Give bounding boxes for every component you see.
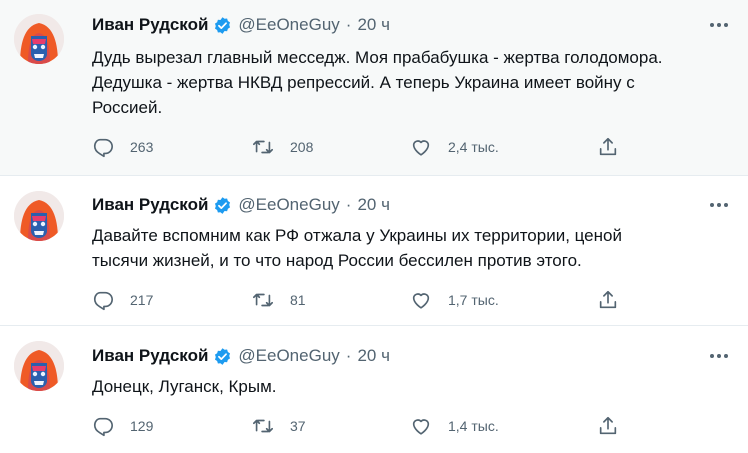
like-button[interactable]: 2,4 тыс. <box>410 135 499 159</box>
tweet[interactable]: Иван Рудской @EeOneGuy · 20 ч Давайте вс… <box>0 176 748 326</box>
share-icon <box>599 416 617 435</box>
avatar-image <box>14 191 64 241</box>
like-count: 1,7 тыс. <box>448 292 499 308</box>
retweet-button[interactable]: 37 <box>252 414 306 438</box>
retweet-icon <box>253 140 273 154</box>
author-handle[interactable]: @EeOneGuy <box>238 15 339 35</box>
reply-count: 217 <box>130 292 154 308</box>
verified-badge-icon <box>215 16 231 34</box>
retweet-count: 81 <box>290 292 306 308</box>
avatar-image <box>14 341 64 391</box>
share-icon <box>599 137 617 156</box>
author-handle[interactable]: @EeOneGuy <box>238 346 339 366</box>
reply-count: 129 <box>130 418 154 434</box>
share-icon <box>599 290 617 309</box>
verified-badge-icon <box>215 347 231 365</box>
verified-badge-icon <box>215 196 231 214</box>
like-heart-icon <box>412 293 430 309</box>
reply-button[interactable]: 263 <box>92 135 153 159</box>
author-handle[interactable]: @EeOneGuy <box>238 195 339 215</box>
like-count: 2,4 тыс. <box>448 139 499 155</box>
more-options-icon[interactable] <box>710 196 728 214</box>
tweet-text: Давайте вспомним как РФ отжала у Украины… <box>92 223 732 273</box>
tweet-actions: 263 208 2,4 тыс. <box>92 135 632 159</box>
tweet-text-line: тысячи жизней, и то что народ России бес… <box>92 251 582 270</box>
separator-dot: · <box>345 195 352 214</box>
author-name[interactable]: Иван Рудской <box>92 195 208 215</box>
retweet-icon <box>253 419 273 433</box>
tweet-actions: 217 81 1,7 тыс. <box>92 288 632 312</box>
retweet-count: 37 <box>290 418 306 434</box>
reply-icon <box>93 417 113 437</box>
tweet-text-line: Давайте вспомним как РФ отжала у Украины… <box>92 226 622 245</box>
avatar[interactable] <box>14 341 64 391</box>
tweet-text-line: Россией. <box>92 98 163 117</box>
like-button[interactable]: 1,4 тыс. <box>410 414 499 438</box>
tweet-text-line: Дедушка - жертва НКВД репрессий. А тепер… <box>92 73 635 92</box>
tweet-timestamp[interactable]: 20 ч <box>357 15 390 35</box>
tweet-text-line: Дудь вырезал главный месседж. Моя прабаб… <box>92 48 663 67</box>
separator-dot: · <box>345 15 352 34</box>
retweet-button[interactable]: 81 <box>252 288 306 312</box>
like-heart-icon <box>412 140 430 156</box>
avatar-image <box>14 14 64 64</box>
like-button[interactable]: 1,7 тыс. <box>410 288 499 312</box>
more-options-icon[interactable] <box>710 16 728 34</box>
retweet-button[interactable]: 208 <box>252 135 313 159</box>
share-button[interactable] <box>597 135 619 159</box>
retweet-icon <box>253 293 273 307</box>
tweet-text: Дудь вырезал главный месседж. Моя прабаб… <box>92 45 732 120</box>
tweet-actions: 129 37 1,4 тыс. <box>92 414 632 438</box>
separator-dot: · <box>345 346 352 365</box>
avatar[interactable] <box>14 14 64 64</box>
more-options-icon[interactable] <box>710 347 728 365</box>
tweet-header: Иван Рудской @EeOneGuy · 20 ч <box>92 345 390 367</box>
like-heart-icon <box>412 419 430 435</box>
reply-icon <box>93 291 113 311</box>
reply-button[interactable]: 129 <box>92 414 153 438</box>
author-name[interactable]: Иван Рудской <box>92 346 208 366</box>
like-count: 1,4 тыс. <box>448 418 499 434</box>
tweet-timestamp[interactable]: 20 ч <box>357 195 390 215</box>
tweet-feed: Иван Рудской @EeOneGuy · 20 ч Дудь вырез… <box>0 0 748 453</box>
tweet-header: Иван Рудской @EeOneGuy · 20 ч <box>92 194 390 216</box>
reply-count: 263 <box>130 139 154 155</box>
share-button[interactable] <box>597 414 619 438</box>
reply-button[interactable]: 217 <box>92 288 153 312</box>
reply-icon <box>93 138 113 158</box>
share-button[interactable] <box>597 288 619 312</box>
tweet[interactable]: Иван Рудской @EeOneGuy · 20 ч Донецк, Лу… <box>0 326 748 453</box>
retweet-count: 208 <box>290 139 314 155</box>
author-name[interactable]: Иван Рудской <box>92 15 208 35</box>
tweet-header: Иван Рудской @EeOneGuy · 20 ч <box>92 14 390 36</box>
avatar[interactable] <box>14 191 64 241</box>
tweet[interactable]: Иван Рудской @EeOneGuy · 20 ч Дудь вырез… <box>0 0 748 176</box>
tweet-text: Донецк, Луганск, Крым. <box>92 374 732 399</box>
tweet-timestamp[interactable]: 20 ч <box>357 346 390 366</box>
tweet-text-line: Донецк, Луганск, Крым. <box>92 377 277 396</box>
